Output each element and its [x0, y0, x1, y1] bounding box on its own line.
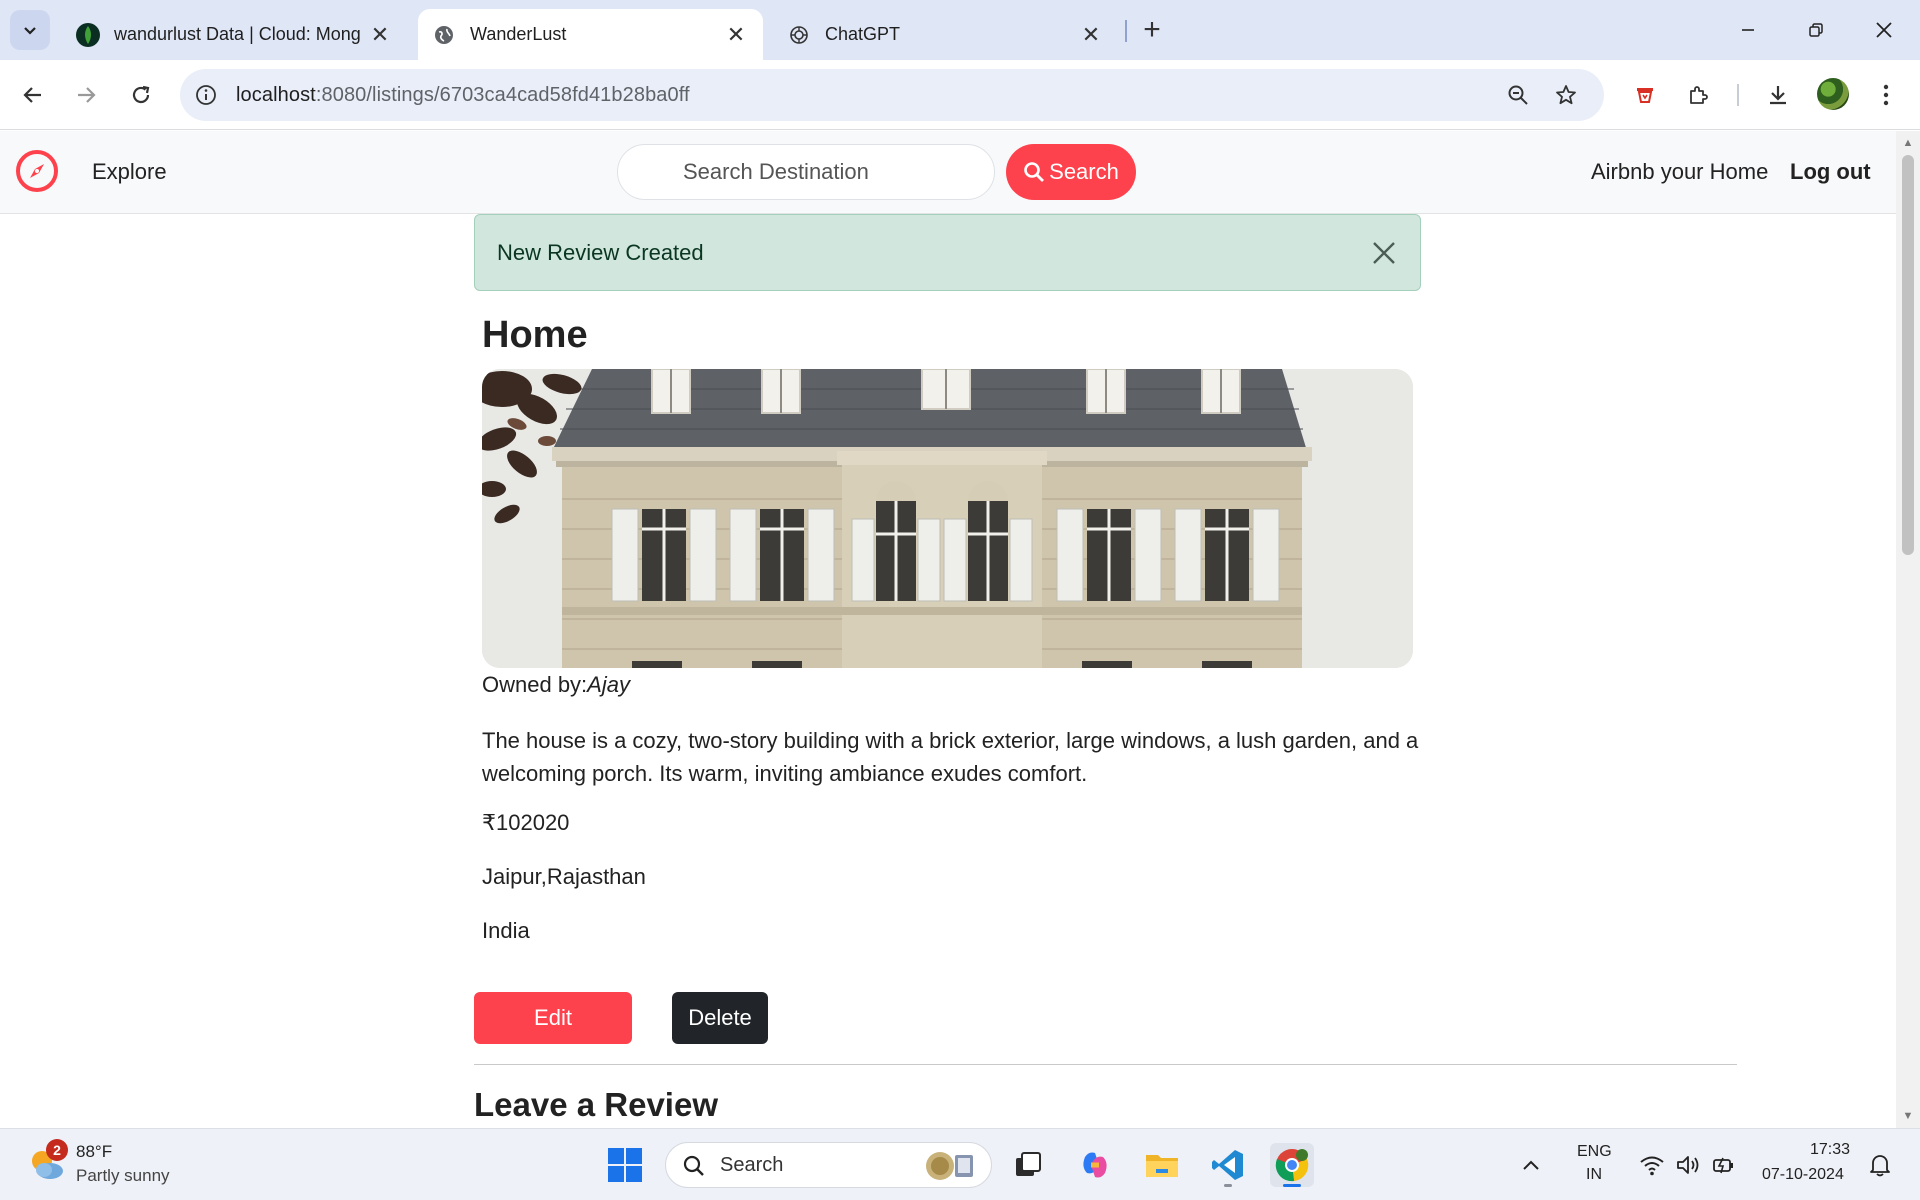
section-divider — [474, 1064, 1737, 1065]
close-icon — [1373, 242, 1395, 264]
site-info-icon[interactable] — [190, 79, 222, 111]
profile-avatar[interactable] — [1817, 78, 1849, 110]
vscode-icon[interactable] — [1206, 1143, 1250, 1187]
openai-icon — [787, 23, 811, 47]
listing-title: Home — [482, 314, 588, 356]
copilot-icon[interactable] — [1073, 1143, 1117, 1187]
globe-icon — [432, 23, 456, 47]
tab-chatgpt[interactable]: ChatGPT ✕ — [773, 9, 1118, 60]
zoom-icon[interactable] — [1500, 77, 1536, 113]
show-hidden-icons-chevron-up-icon[interactable] — [1516, 1143, 1546, 1187]
listing-price: ₹102020 — [482, 810, 570, 835]
extensions-button[interactable] — [1678, 74, 1720, 116]
tab-title: ChatGPT — [825, 24, 901, 44]
kebab-menu-icon — [1883, 84, 1889, 106]
clock-date[interactable]: 07-10-2024 — [1762, 1166, 1844, 1184]
nav-logout-link[interactable]: Log out — [1790, 159, 1871, 185]
downloads-button[interactable] — [1757, 74, 1799, 116]
edit-button[interactable]: Edit — [474, 992, 632, 1044]
arrow-left-icon — [23, 87, 41, 103]
chrome-icon[interactable] — [1270, 1143, 1314, 1187]
mongodb-leaf-icon — [76, 22, 100, 47]
download-icon — [1770, 86, 1786, 105]
search-button[interactable]: Search — [1006, 144, 1136, 200]
search-icon — [1024, 162, 1045, 182]
search-highlight-icon — [923, 1149, 977, 1183]
toolbar-divider — [1737, 84, 1739, 106]
flash-success-alert: New Review Created — [474, 214, 1421, 291]
notification-bell-icon[interactable] — [1862, 1143, 1898, 1187]
minimize-button[interactable] — [1720, 8, 1776, 52]
owner-name: Ajay — [587, 672, 630, 697]
extension-shield-button[interactable] — [1624, 74, 1666, 116]
chevron-down-icon — [24, 27, 36, 35]
language-region: IN — [1586, 1166, 1602, 1183]
tab-search-button[interactable] — [10, 10, 50, 50]
tab-wanderlust[interactable]: WanderLust ✕ — [418, 9, 763, 60]
page-viewport: Explore Search Destination Search Airbnb… — [0, 131, 1896, 1128]
compass-logo-icon[interactable] — [15, 149, 59, 193]
scrollbar-thumb[interactable] — [1902, 155, 1914, 555]
forward-button[interactable] — [65, 74, 107, 116]
battery-charging-icon[interactable] — [1706, 1143, 1742, 1187]
red-extension-icon — [1637, 88, 1653, 103]
restore-icon — [1809, 23, 1823, 37]
reload-icon — [132, 85, 150, 104]
close-tab-icon[interactable]: ✕ — [1078, 22, 1104, 48]
close-icon — [1876, 22, 1892, 38]
review-heading: Leave a Review — [474, 1086, 718, 1123]
clock-time[interactable]: 17:33 — [1810, 1141, 1850, 1159]
arrow-right-icon — [78, 87, 96, 103]
listing-description: The house is a cozy, two-story building … — [482, 728, 1419, 786]
back-button[interactable] — [12, 74, 54, 116]
browser-tab-bar: wandurlust Data | Cloud: Mong ✕ WanderLu… — [0, 0, 1920, 60]
file-explorer-icon[interactable] — [1140, 1143, 1184, 1187]
windows-start-icon[interactable] — [607, 1147, 643, 1183]
browser-toolbar: localhost:8080/listings/6703ca4cad58fd41… — [0, 60, 1920, 130]
taskbar-search-label: Search — [720, 1153, 784, 1176]
page-scrollbar[interactable]: ▲ ▼ — [1896, 131, 1920, 1128]
close-tab-icon[interactable]: ✕ — [367, 22, 393, 48]
listing-country: India — [482, 918, 530, 943]
reload-button[interactable] — [120, 74, 162, 116]
listing-image — [482, 369, 1413, 668]
volume-icon[interactable] — [1670, 1143, 1706, 1187]
task-view-icon[interactable] — [1006, 1143, 1050, 1187]
weather-temperature: 88°F — [76, 1142, 113, 1161]
tab-mongodb[interactable]: wandurlust Data | Cloud: Mong ✕ — [62, 9, 407, 60]
scroll-up-arrow-icon[interactable]: ▲ — [1902, 137, 1914, 149]
search-placeholder: Search Destination — [683, 159, 869, 184]
new-tab-button[interactable]: + — [1135, 13, 1169, 47]
minimize-icon — [1742, 29, 1754, 31]
close-tab-icon[interactable]: ✕ — [723, 22, 749, 48]
url-text: localhost:8080/listings/6703ca4cad58fd41… — [236, 83, 690, 106]
restore-button[interactable] — [1788, 8, 1844, 52]
listing-location: Jaipur,Rajasthan — [482, 864, 646, 889]
weather-description: Partly sunny — [76, 1166, 170, 1185]
weather-badge: 2 — [46, 1139, 68, 1161]
address-bar[interactable]: localhost:8080/listings/6703ca4cad58fd41… — [180, 69, 1604, 121]
flash-message: New Review Created — [497, 239, 704, 265]
nav-explore-link[interactable]: Explore — [92, 159, 167, 185]
nav-airbnb-home-link[interactable]: Airbnb your Home — [1591, 159, 1768, 185]
bookmark-star-icon[interactable] — [1548, 77, 1584, 113]
menu-button[interactable] — [1865, 74, 1907, 116]
delete-button[interactable]: Delete — [672, 992, 768, 1044]
search-destination-input[interactable]: Search Destination — [617, 144, 995, 200]
taskbar-search-box[interactable]: Search — [665, 1142, 992, 1188]
site-navbar: Explore Search Destination Search Airbnb… — [0, 131, 1896, 214]
puzzle-icon — [1690, 86, 1708, 104]
wifi-icon[interactable] — [1634, 1143, 1670, 1187]
alert-close-button[interactable] — [1366, 235, 1402, 271]
search-button-label: Search — [1049, 159, 1119, 184]
tab-separator — [1125, 20, 1127, 42]
close-window-button[interactable] — [1856, 8, 1912, 52]
tab-title: wandurlust Data | Cloud: Mong — [114, 24, 361, 44]
search-icon — [683, 1155, 704, 1176]
windows-taskbar: 2 88°F Partly sunny Search ENG IN 17:33 … — [0, 1128, 1920, 1200]
language-indicator[interactable]: ENG — [1577, 1143, 1612, 1161]
scroll-down-arrow-icon[interactable]: ▼ — [1902, 1110, 1914, 1122]
listing-owner: Owned by:Ajay — [482, 672, 630, 697]
tab-title: WanderLust — [470, 24, 567, 44]
